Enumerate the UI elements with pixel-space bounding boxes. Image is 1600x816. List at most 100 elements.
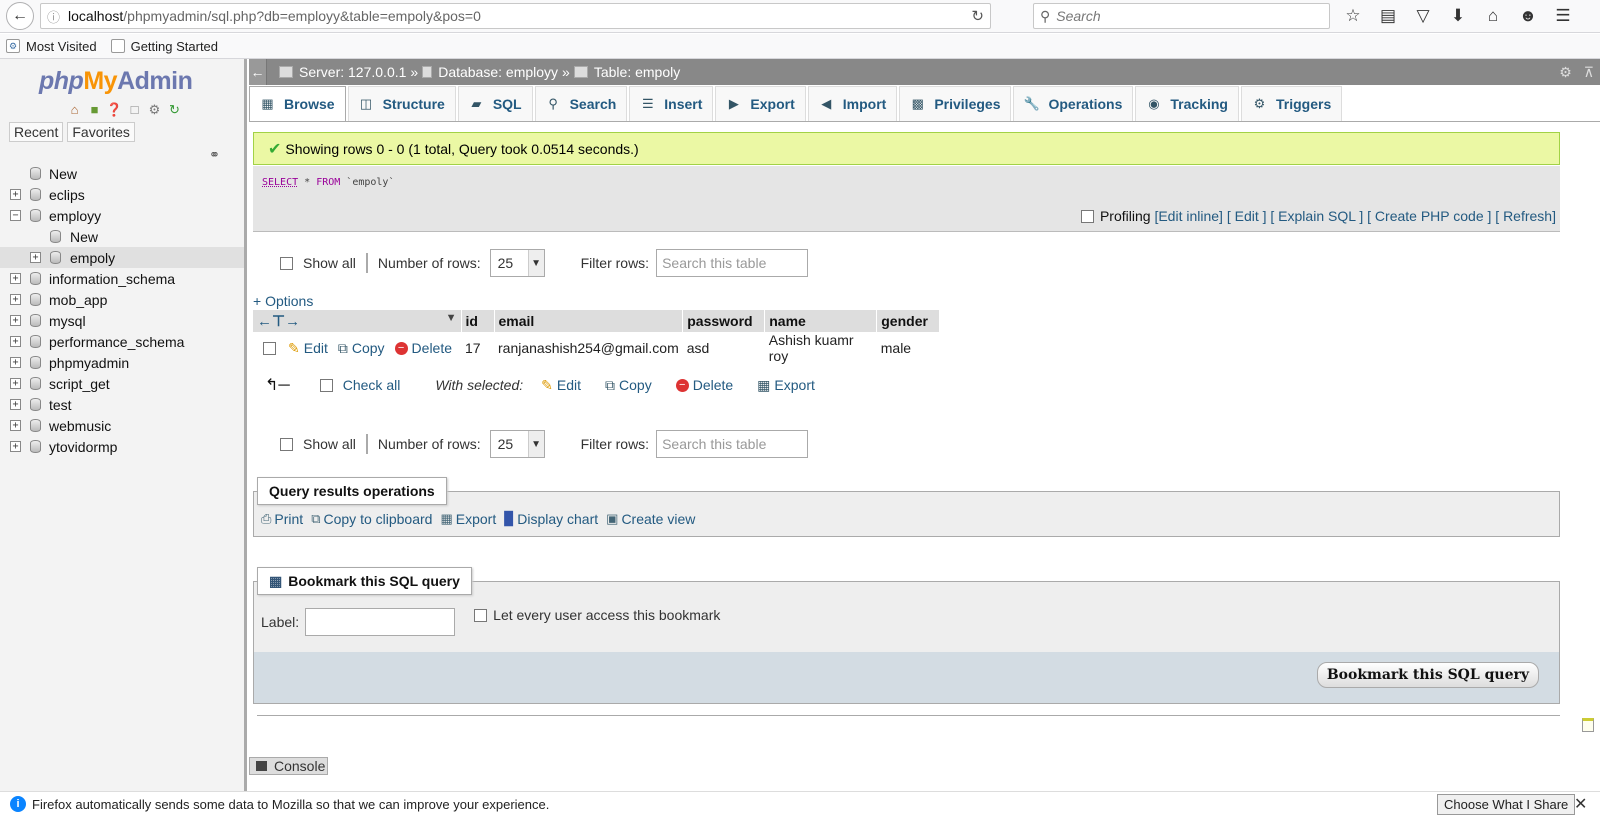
filter-input[interactable]: Search this table (656, 430, 809, 458)
header-gender[interactable]: gender (876, 310, 941, 332)
tab-triggers[interactable]: ⚙ Triggers (1240, 86, 1343, 121)
header-password[interactable]: password (682, 310, 766, 332)
export-link[interactable]: ▦ Export (440, 511, 496, 527)
header-name[interactable]: name (764, 310, 878, 332)
settings-icon[interactable]: ⚙ (146, 101, 163, 118)
collapse-top-icon[interactable]: ⊼ (1584, 64, 1594, 81)
note-icon[interactable] (1582, 718, 1594, 732)
settings-icon[interactable]: ⚙ (1559, 64, 1572, 81)
row-edit-button[interactable]: ✎ Edit (288, 340, 328, 357)
tab-export[interactable]: ▶ Export (715, 86, 806, 121)
bookmark-most-visited[interactable]: ⚙ Most Visited (6, 39, 97, 54)
collapse-nav-button[interactable]: ← (249, 59, 267, 85)
show-all-checkbox[interactable] (280, 256, 293, 270)
tree-item-webmusic[interactable]: + webmusic (0, 415, 244, 436)
explain-sql-link[interactable]: [ Explain SQL ] (1270, 208, 1363, 224)
refresh-link[interactable]: [ Refresh] (1495, 208, 1556, 224)
column-arrows-icon[interactable]: ←⊤→ (257, 313, 300, 330)
tree-item-mob-app[interactable]: + mob_app (0, 289, 244, 310)
tree-item-new-table[interactable]: New (0, 226, 244, 247)
menu-icon[interactable]: ☰ (1550, 4, 1576, 28)
print-link[interactable]: ⎙ Print (261, 511, 303, 527)
breadcrumb-table[interactable]: Table: empoly (594, 64, 680, 80)
num-rows-select[interactable]: 25 ▼ (489, 430, 545, 458)
selected-export-button[interactable]: ▦ Export (757, 377, 815, 394)
tree-item-new[interactable]: New (0, 163, 244, 184)
check-all-link[interactable]: Check all (343, 377, 401, 393)
selected-delete-button[interactable]: − Delete (675, 377, 733, 393)
num-rows-select[interactable]: 25 ▼ (489, 249, 545, 277)
bookmark-getting-started[interactable]: Getting Started (110, 39, 218, 54)
create-php-link[interactable]: [ Create PHP code ] (1367, 208, 1491, 224)
selected-edit-button[interactable]: ✎ Edit (541, 377, 581, 394)
url-bar[interactable]: ⓘ localhost/phpmyadmin/sql.php?db=employ… (40, 3, 991, 29)
expand-icon[interactable]: + (10, 189, 21, 200)
expand-icon[interactable]: + (10, 273, 21, 284)
edit-inline-link[interactable]: [Edit inline] (1154, 208, 1222, 224)
tree-item-ytovidormp[interactable]: + ytovidormp (0, 436, 244, 457)
console-toggle[interactable]: Console (249, 757, 328, 775)
pocket-icon[interactable]: ▽ (1410, 4, 1436, 28)
selected-copy-button[interactable]: ⧉ Copy (605, 377, 652, 394)
expand-icon[interactable]: + (10, 315, 21, 326)
row-copy-button[interactable]: ⧉ Copy (338, 340, 385, 357)
tree-item-test[interactable]: + test (0, 394, 244, 415)
docs-icon[interactable]: □ (126, 101, 143, 118)
tab-sql[interactable]: ▰ SQL (457, 86, 533, 121)
copy-clipboard-link[interactable]: ⧉ Copy to clipboard (311, 511, 432, 527)
tab-tracking[interactable]: ◉ Tracking (1135, 86, 1239, 121)
expand-icon[interactable]: + (10, 357, 21, 368)
tree-item-phpmyadmin[interactable]: + phpmyadmin (0, 352, 244, 373)
breadcrumb-database[interactable]: Database: employy (438, 64, 558, 80)
header-email[interactable]: email (494, 310, 684, 332)
tree-item-performance-schema[interactable]: + performance_schema (0, 331, 244, 352)
tree-item-mysql[interactable]: + mysql (0, 310, 244, 331)
reload-icon[interactable]: ↻ (971, 7, 984, 25)
collapse-icon[interactable]: − (10, 210, 21, 221)
cell-name[interactable]: Ashish kuamr roy (765, 332, 877, 364)
close-icon[interactable]: ✕ (1574, 794, 1587, 814)
home-icon[interactable]: ⌂ (1480, 4, 1506, 28)
tree-item-employy[interactable]: − employy (0, 205, 244, 226)
tree-item-script-get[interactable]: + script_get (0, 373, 244, 394)
sql-keyword-select[interactable]: SELECT (262, 177, 298, 188)
cell-gender[interactable]: male (877, 332, 940, 364)
sort-dropdown-icon[interactable]: ▼ (446, 312, 457, 324)
cell-email[interactable]: ranjanashish254@gmail.com (494, 332, 683, 364)
expand-icon[interactable]: + (10, 420, 21, 431)
expand-icon[interactable]: + (10, 441, 21, 452)
row-delete-button[interactable]: − Delete (394, 340, 452, 356)
browser-search-input[interactable]: ⚲ Search (1033, 3, 1330, 29)
logout-icon[interactable]: ■ (86, 101, 103, 118)
expand-icon[interactable]: + (10, 336, 21, 347)
bookmark-submit-button[interactable]: Bookmark this SQL query (1316, 662, 1539, 688)
tab-search[interactable]: ⚲ Search (534, 86, 628, 121)
options-link[interactable]: + Options (253, 293, 313, 309)
site-info-icon[interactable]: ⓘ (47, 7, 60, 26)
tab-browse[interactable]: ▦ Browse (249, 86, 346, 121)
help-icon[interactable]: ❓ (106, 101, 123, 118)
edit-link[interactable]: [ Edit ] (1227, 208, 1267, 224)
expand-icon[interactable]: + (10, 378, 21, 389)
back-button[interactable]: ← (6, 2, 34, 30)
reload-icon[interactable]: ↻ (166, 101, 183, 118)
pma-logo[interactable]: phpMyAdmin (39, 67, 193, 96)
display-chart-link[interactable]: ▉ Display chart (504, 511, 598, 527)
choose-what-i-share-button[interactable]: Choose What I Share (1437, 794, 1576, 815)
create-view-link[interactable]: ▣ Create view (606, 511, 695, 527)
recent-tab[interactable]: Recent (9, 122, 64, 142)
filter-input[interactable]: Search this table (656, 249, 809, 277)
tab-structure[interactable]: ◫ Structure (347, 86, 456, 121)
smiley-icon[interactable]: ☻ (1515, 4, 1541, 28)
tree-item-empoly[interactable]: + empoly (0, 247, 244, 268)
tree-item-information-schema[interactable]: + information_schema (0, 268, 244, 289)
breadcrumb-server[interactable]: Server: 127.0.0.1 (299, 64, 406, 80)
check-all-checkbox[interactable] (319, 378, 333, 392)
tab-import[interactable]: ◀ Import (807, 86, 898, 121)
home-icon[interactable]: ⌂ (66, 101, 83, 118)
star-icon[interactable]: ☆ (1340, 4, 1366, 28)
bookmark-label-input[interactable] (305, 608, 456, 636)
link-icon[interactable]: ⚭ (209, 147, 220, 163)
favorites-tab[interactable]: Favorites (67, 122, 135, 142)
profiling-checkbox[interactable] (1080, 209, 1094, 223)
